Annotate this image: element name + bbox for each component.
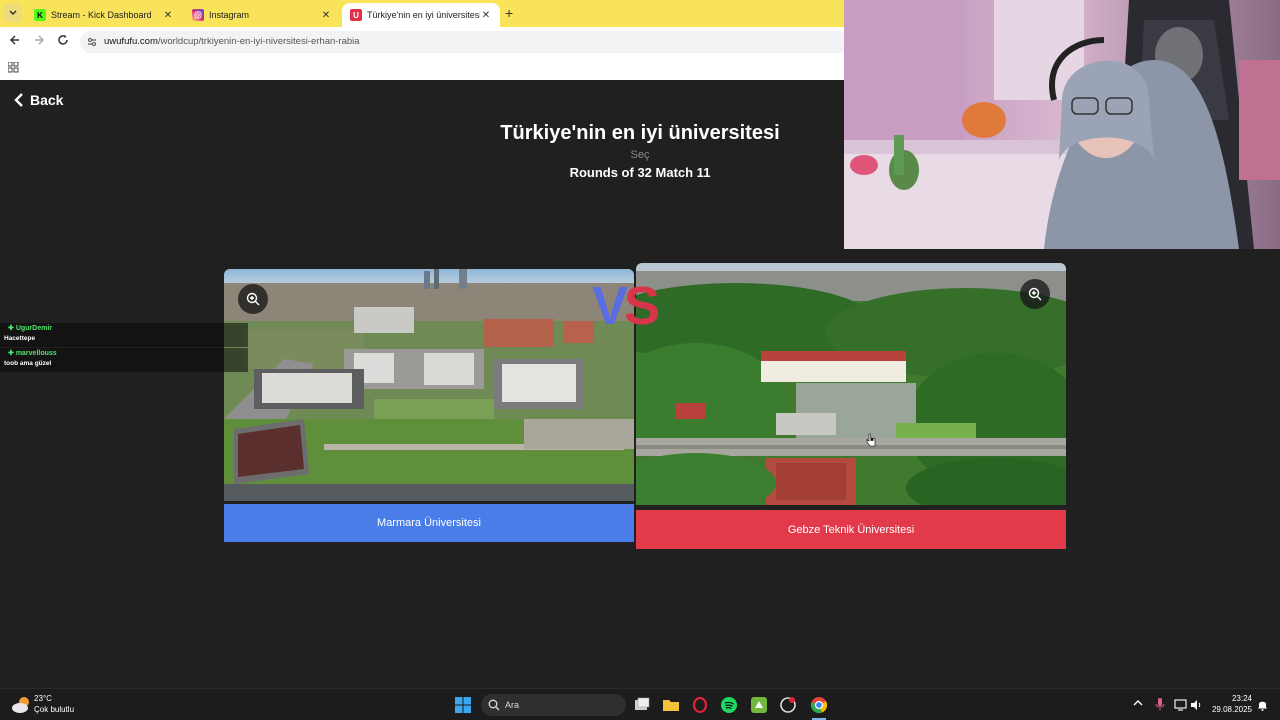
search-icon	[488, 699, 500, 711]
spotify-icon[interactable]	[721, 697, 737, 718]
opera-gx-icon[interactable]	[692, 696, 708, 718]
back-button[interactable]: Back	[14, 92, 63, 108]
streamer-webcam	[844, 0, 1280, 249]
url-domain: uwufufu.com	[104, 36, 158, 47]
zoom-in-button[interactable]	[238, 284, 268, 314]
clock-time[interactable]: 23:24	[1212, 694, 1252, 703]
chevron-down-icon	[9, 10, 17, 16]
page-title: Türkiye'nin en iyi üniversitesi	[500, 122, 780, 144]
zoom-in-icon	[1028, 287, 1042, 301]
marmara-campus-photo	[224, 269, 634, 501]
chat-message: ✚ marvellouss toob ama güzel	[0, 348, 248, 372]
chrome-icon[interactable]	[810, 696, 828, 719]
app-icon[interactable]	[751, 697, 767, 718]
weather-description: Çok bulutlu	[34, 705, 75, 714]
choose-right-button[interactable]: Gebze Teknik Üniversitesi	[636, 510, 1066, 549]
microphone-icon[interactable]	[1155, 697, 1165, 716]
weather-temperature: 23°C	[34, 694, 52, 703]
close-tab-icon[interactable]: ✕	[162, 10, 174, 21]
chevron-up-icon[interactable]	[1133, 699, 1143, 709]
left-choice-image[interactable]	[224, 269, 634, 501]
recorder-icon[interactable]	[780, 697, 796, 718]
windows-start-icon[interactable]	[455, 697, 471, 718]
zoom-in-button[interactable]	[1020, 279, 1050, 309]
volume-icon[interactable]	[1190, 698, 1202, 716]
zoom-in-icon	[246, 292, 260, 306]
chat-text: Hacettepe	[4, 335, 36, 342]
tab-uwufufu[interactable]: U Türkiye'nin en iyi üniversitesi | U ✕	[342, 3, 500, 27]
clock-date[interactable]: 29.08.2025	[1206, 705, 1252, 714]
close-tab-icon[interactable]: ✕	[320, 10, 332, 21]
versus-mark: VS	[592, 276, 660, 336]
file-explorer-icon[interactable]	[663, 697, 679, 718]
windows-taskbar: 23°C Çok bulutlu Ara 23:24 29.08.2025	[0, 688, 1280, 720]
hand-cursor-icon	[866, 433, 876, 447]
back-arrow-icon[interactable]	[6, 33, 24, 51]
tab-search-button[interactable]	[4, 4, 22, 22]
tab-instagram[interactable]: Instagram ✕	[184, 3, 340, 27]
taskbar-search[interactable]: Ara	[481, 694, 626, 716]
chat-username: marvellouss	[15, 350, 57, 357]
url-path: /worldcup/trkiyenin-en-iyi-niversitesi-e…	[157, 36, 360, 47]
page-subtitle: Seç	[630, 149, 650, 161]
new-tab-plus-icon[interactable]: +	[505, 5, 513, 21]
close-tab-icon[interactable]: ✕	[480, 10, 492, 21]
chevron-left-icon	[14, 93, 23, 107]
webcam-overlay	[844, 0, 1280, 249]
gebze-campus-photo	[636, 263, 1066, 505]
apps-grid-icon[interactable]	[8, 62, 19, 73]
forward-arrow-icon[interactable]	[30, 33, 48, 51]
network-icon[interactable]	[1174, 698, 1187, 716]
tab-kick-dashboard[interactable]: K Stream - Kick Dashboard ✕	[26, 3, 182, 27]
right-choice-image[interactable]	[636, 263, 1066, 505]
reload-icon[interactable]	[54, 33, 72, 51]
url-field[interactable]: uwufufu.com/worldcup/trkiyenin-en-iyi-ni…	[80, 31, 850, 53]
chat-text: toob ama güzel	[4, 360, 52, 367]
choose-left-button[interactable]: Marmara Üniversitesi	[224, 504, 634, 542]
instagram-icon	[192, 9, 204, 21]
chat-username: UgurDemir	[15, 325, 52, 332]
uwufufu-icon: U	[350, 9, 362, 21]
notification-icon[interactable]	[1257, 698, 1268, 716]
site-settings-icon[interactable]	[86, 36, 98, 48]
task-view-icon[interactable]	[634, 697, 650, 718]
kick-icon: K	[34, 9, 46, 21]
round-label: Rounds of 32 Match 11	[569, 165, 711, 180]
screen: K Stream - Kick Dashboard ✕ Instagram ✕ …	[0, 0, 1280, 720]
chat-message: ✚ UgurDemir Hacettepe	[0, 323, 248, 347]
weather-cloud-icon[interactable]	[10, 694, 32, 716]
